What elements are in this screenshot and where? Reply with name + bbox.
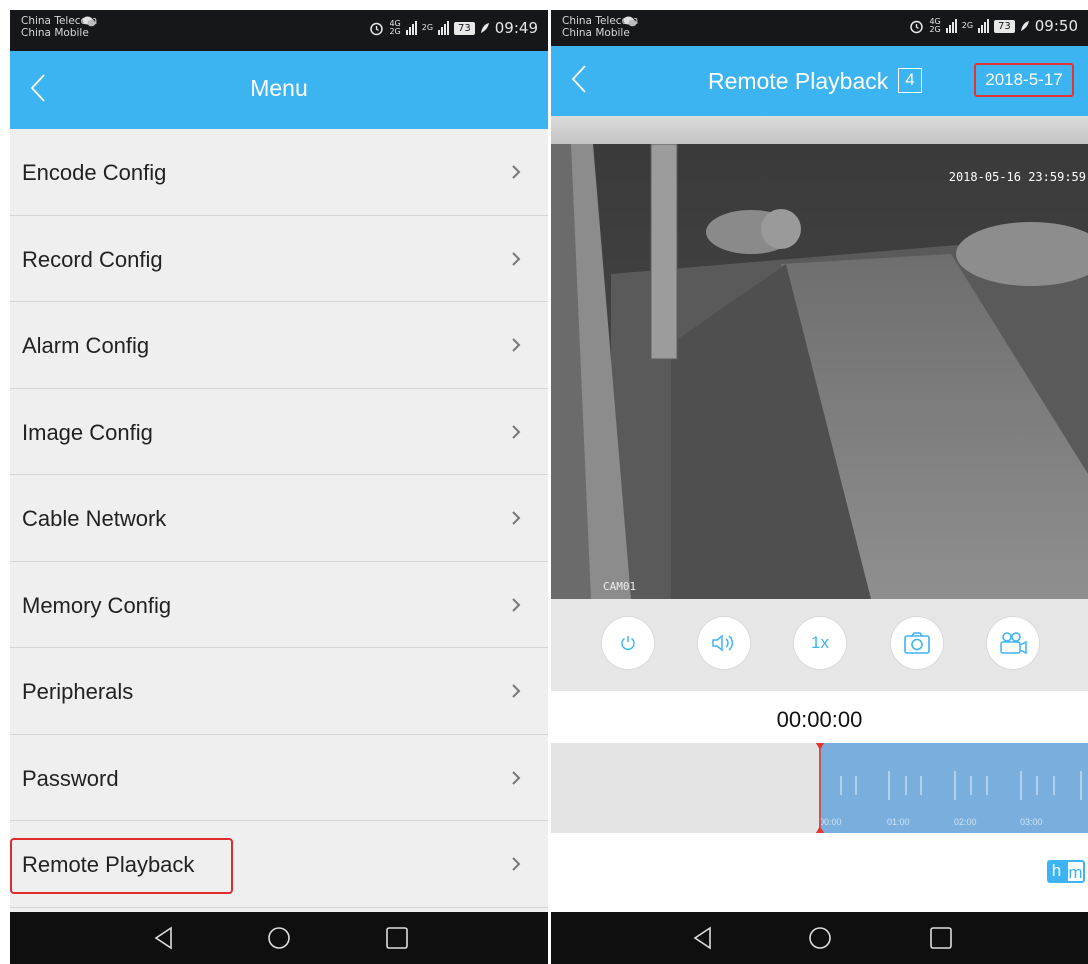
alarm-icon	[370, 22, 384, 35]
bottom-area: h m	[551, 833, 1088, 912]
playback-time: 00:00:00	[776, 707, 863, 732]
playback-timeline[interactable]: 00:00 01:00 02:00 03:00	[551, 743, 1088, 833]
tick-label: 03:00	[1020, 817, 1043, 827]
menu-item-label: Password	[22, 765, 119, 791]
network-type: 4G 2G	[929, 18, 940, 34]
menu-item-label: Peripherals	[22, 679, 134, 704]
speaker-icon	[712, 634, 734, 652]
header-bar: Menu	[10, 51, 548, 129]
power-icon	[621, 636, 635, 650]
menu-item-cable-network[interactable]: Cable Network	[10, 475, 548, 562]
nav-home-icon[interactable]	[266, 925, 292, 951]
menu-item-label: Remote Playback	[22, 852, 195, 877]
speed-label: 1x	[811, 633, 829, 652]
record-button[interactable]	[986, 616, 1040, 670]
sim2-label: 2G	[961, 21, 974, 30]
hm-logo: h m	[1047, 860, 1085, 883]
power-button[interactable]	[601, 616, 655, 670]
sim2-label: 2G	[421, 23, 434, 32]
chevron-right-icon	[512, 165, 521, 179]
nav-back-icon[interactable]	[151, 925, 177, 951]
nav-recents-icon[interactable]	[384, 925, 410, 951]
logo-letter-m: m	[1066, 860, 1085, 883]
speed-button[interactable]: 1x	[793, 616, 847, 670]
nav-home-icon[interactable]	[807, 925, 833, 951]
playback-controls: 1x	[551, 599, 1088, 691]
system-nav-bar	[551, 912, 1088, 964]
signal-icon	[945, 19, 957, 33]
timeline-cursor[interactable]	[815, 743, 825, 833]
chevron-right-icon	[512, 597, 521, 612]
chevron-right-icon	[512, 511, 521, 525]
leaf-icon	[1020, 21, 1029, 31]
carrier-2: China Mobile	[562, 27, 630, 39]
system-nav-bar	[10, 912, 548, 964]
menu-item-image-config[interactable]: Image Config	[10, 388, 548, 475]
camera-label: CAM01	[603, 580, 637, 593]
status-bar: China Telecom China Mobile 4G 2G 2G 73 0…	[10, 10, 548, 51]
carrier-2: China Mobile	[21, 27, 89, 39]
nav-recents-icon[interactable]	[928, 925, 954, 951]
menu-item-label: Record Config	[22, 246, 163, 272]
header-bar: Remote Playback 4 2018-5-17	[551, 46, 1088, 116]
status-time: 09:49	[494, 19, 538, 37]
network-label-2: 2G	[929, 25, 941, 34]
signal-icon	[405, 21, 417, 35]
recorded-segment: 00:00 01:00 02:00 03:00	[819, 743, 1088, 833]
nav-back-icon[interactable]	[690, 925, 716, 951]
menu-item-label: Memory Config	[22, 592, 172, 618]
status-indicators: 4G 2G 2G 73 09:50	[909, 17, 1078, 35]
video-timestamp: 2018-05-16 23:59:59	[948, 170, 1086, 184]
menu-screen: China Telecom China Mobile 4G 2G 2G 73 0…	[10, 10, 548, 964]
menu-item-alarm-config[interactable]: Alarm Config	[10, 302, 548, 389]
back-chevron-icon[interactable]	[563, 54, 603, 104]
page-title: Menu	[250, 75, 308, 101]
battery-level: 73	[454, 21, 475, 35]
channel-count-button[interactable]: 4	[898, 68, 922, 93]
network-label-2: 2G	[389, 27, 401, 36]
chevron-right-icon	[512, 770, 521, 785]
menu-item-password[interactable]: Password	[10, 734, 548, 821]
wechat-icon	[623, 16, 637, 27]
status-bar: China Telecom China Mobile 4G 2G 2G 73 0…	[551, 10, 1088, 46]
date-picker-button[interactable]: 2018-5-17	[974, 63, 1074, 97]
playback-screen: China Telecom China Mobile 4G 2G 2G 73 0…	[551, 10, 1088, 964]
wechat-icon	[82, 16, 96, 27]
status-indicators: 4G 2G 2G 73 09:49	[369, 19, 538, 37]
alarm-icon	[910, 20, 924, 33]
leaf-icon	[480, 23, 489, 33]
signal-icon-2	[438, 21, 450, 35]
chevron-right-icon	[512, 857, 521, 871]
video-frame-image	[551, 144, 1088, 599]
video-record-icon	[1000, 632, 1027, 655]
camera-icon	[904, 632, 930, 654]
network-type: 4G 2G	[389, 20, 400, 36]
menu-item-memory-config[interactable]: Memory Config	[10, 561, 548, 648]
audio-button[interactable]	[697, 616, 751, 670]
video-top-strip	[551, 116, 1088, 144]
chevron-right-icon	[512, 684, 521, 698]
menu-item-record-config[interactable]: Record Config	[10, 215, 548, 302]
menu-list: Encode Config Record Config Alarm Config…	[10, 129, 548, 908]
tick-label: 02:00	[954, 817, 977, 827]
status-time: 09:50	[1034, 17, 1078, 35]
menu-item-label: Image Config	[22, 419, 153, 445]
tick-label: 01:00	[887, 817, 910, 827]
video-player[interactable]: 2018-05-16 23:59:59 CAM01	[551, 144, 1088, 599]
menu-item-peripherals[interactable]: Peripherals	[10, 648, 548, 735]
playback-time-area: 00:00:00	[551, 691, 1088, 743]
chevron-right-icon	[512, 338, 521, 352]
chevron-right-icon	[512, 424, 521, 439]
logo-letter-h: h	[1047, 860, 1066, 883]
menu-item-remote-playback[interactable]: Remote Playback	[10, 821, 548, 908]
chevron-right-icon	[512, 251, 521, 266]
signal-icon-2	[978, 19, 990, 33]
menu-item-label: Encode Config	[22, 160, 167, 185]
battery-level: 73	[994, 19, 1015, 33]
menu-item-label: Alarm Config	[22, 333, 150, 358]
menu-item-label: Cable Network	[22, 506, 167, 531]
snapshot-button[interactable]	[890, 616, 944, 670]
menu-item-encode-config[interactable]: Encode Config	[10, 129, 548, 216]
